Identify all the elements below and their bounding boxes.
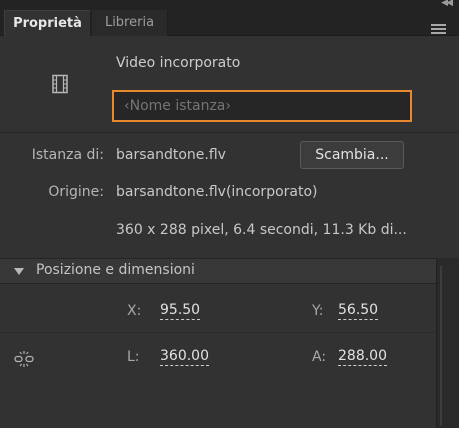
link-dimensions-icon[interactable] — [14, 350, 34, 368]
y-label: Y: — [312, 303, 324, 319]
instance-name-input[interactable] — [112, 90, 412, 122]
x-label: X: — [127, 303, 142, 319]
panel-top-strip: ◀◀ — [0, 0, 459, 8]
media-info: 360 x 288 pixel, 6.4 secondi, 11.3 Kb di… — [116, 222, 407, 238]
symbol-type-label: Video incorporato — [116, 55, 241, 71]
tab-properties[interactable]: Proprietà — [4, 10, 91, 36]
panel-tab-bar: Proprietà Libreria — [0, 7, 459, 36]
position-size-section-header[interactable]: Posizione e dimensioni — [0, 258, 436, 284]
divider — [0, 132, 459, 133]
scrollbar-thumb[interactable] — [440, 266, 442, 426]
film-strip-icon — [52, 74, 68, 94]
swap-button[interactable]: Scambia... — [300, 141, 404, 169]
origin-label: Origine: — [48, 184, 104, 200]
x-value-field[interactable]: 95.50 — [160, 301, 201, 320]
tab-library[interactable]: Libreria — [92, 10, 168, 36]
height-label: A: — [312, 349, 327, 365]
y-value-field[interactable]: 56.50 — [338, 301, 379, 320]
origin-value: barsandtone.flv(incorporato) — [116, 184, 318, 200]
chevron-down-icon — [14, 268, 24, 275]
width-label: L: — [127, 349, 140, 365]
instance-of-value: barsandtone.flv — [116, 147, 226, 163]
section-title: Posizione e dimensioni — [36, 262, 195, 278]
properties-panel: Video incorporato Istanza di: barsandton… — [0, 36, 459, 428]
divider — [0, 332, 436, 333]
panel-menu-icon[interactable] — [431, 24, 446, 34]
height-value-field[interactable]: 288.00 — [338, 347, 387, 366]
instance-of-label: Istanza di: — [31, 147, 104, 163]
width-value-field[interactable]: 360.00 — [160, 347, 209, 366]
